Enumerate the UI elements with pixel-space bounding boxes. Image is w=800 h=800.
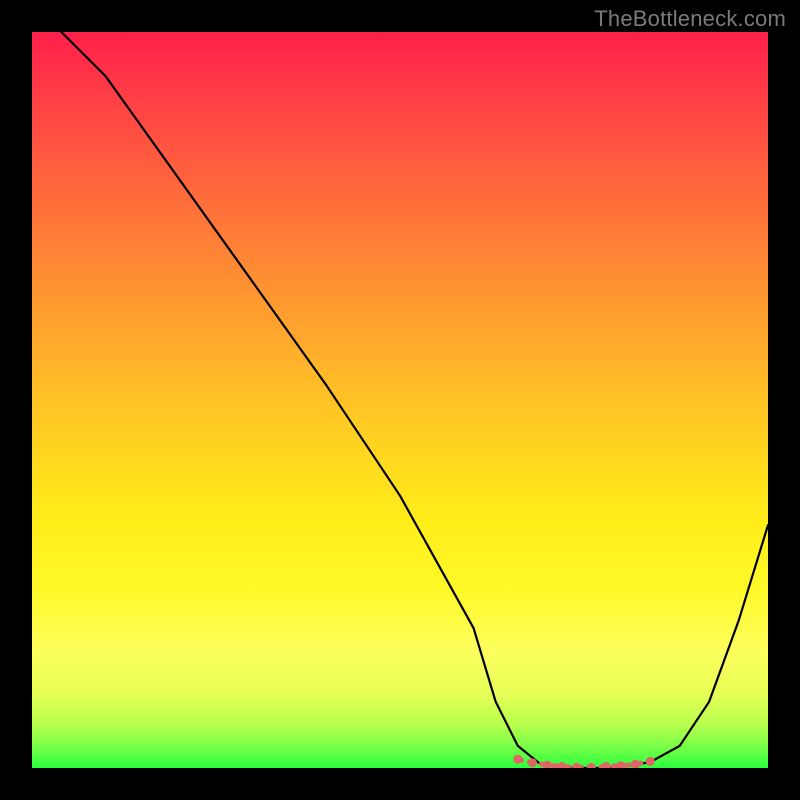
- marker-dot: [513, 755, 522, 764]
- marker-dot: [528, 758, 537, 767]
- marker-dot: [631, 760, 640, 768]
- marker-dot: [602, 762, 611, 768]
- marker-dot: [572, 763, 581, 768]
- marker-dot: [646, 757, 655, 766]
- marker-dot: [587, 763, 596, 768]
- optimal-band-markers: [513, 755, 654, 768]
- marker-dot: [543, 761, 552, 768]
- plot-area: [32, 32, 768, 768]
- chart-svg: [32, 32, 768, 768]
- bottleneck-curve-path: [61, 32, 768, 768]
- marker-dot: [557, 762, 566, 768]
- marker-dot: [616, 761, 625, 768]
- watermark-text: TheBottleneck.com: [594, 6, 786, 32]
